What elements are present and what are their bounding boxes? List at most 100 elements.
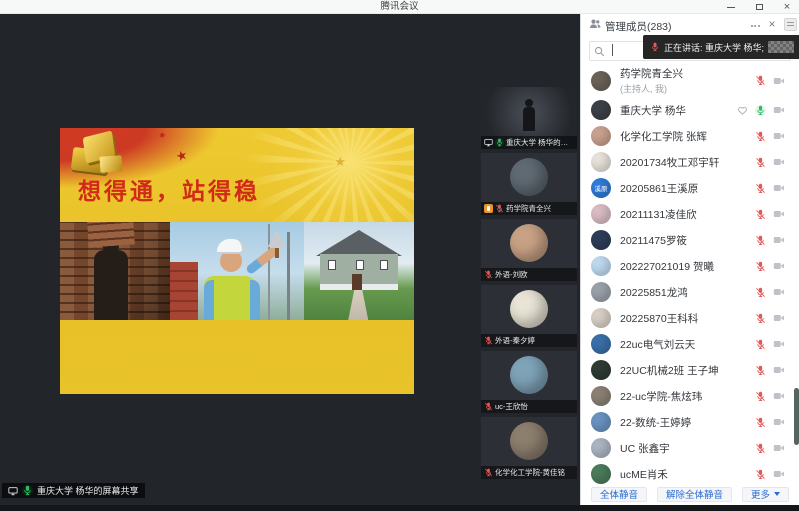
member-row[interactable]: 22uc电气刘云天 — [581, 331, 799, 357]
mic-icon — [484, 270, 493, 279]
video-thumbnail-strip: 重庆大学 杨华的屏幕... 药学院青全兴 — [481, 87, 577, 479]
camera-icon[interactable] — [773, 104, 785, 116]
member-row[interactable]: UC 张鑫宇 — [581, 435, 799, 461]
member-row[interactable]: 20225851龙鸿 — [581, 279, 799, 305]
mic-icon[interactable] — [755, 339, 766, 350]
camera-icon[interactable] — [773, 364, 785, 376]
member-row[interactable]: ucME肖禾 — [581, 461, 799, 486]
mic-icon[interactable] — [755, 287, 766, 298]
unmute-all-button[interactable]: 解除全体静音 — [657, 487, 732, 502]
mic-icon[interactable] — [755, 365, 766, 376]
mic-icon — [484, 402, 493, 411]
heart-icon — [737, 105, 748, 116]
camera-icon[interactable] — [773, 468, 785, 480]
member-row[interactable]: 22-数统-王婷婷 — [581, 409, 799, 435]
mic-icon[interactable] — [755, 391, 766, 402]
member-avatar — [591, 412, 611, 432]
camera-icon[interactable] — [773, 338, 785, 350]
photo-house — [304, 222, 414, 320]
minimize-button[interactable] — [725, 1, 737, 13]
mic-icon — [650, 42, 660, 52]
member-row[interactable]: 重庆大学 杨华 — [581, 97, 799, 123]
thumbnail-label-bar: 外语-秦夕婷 — [481, 334, 577, 347]
mic-icon[interactable] — [755, 75, 766, 86]
video-thumbnail[interactable]: uc-王欣怡 — [481, 351, 577, 413]
brick-stack — [87, 222, 135, 248]
member-row[interactable]: 22-uc学院-焦炫玮 — [581, 383, 799, 409]
member-name: 202227021019 贺曦 — [620, 259, 714, 274]
thumbnail-label: 化学化工学院-黄佳铭 — [495, 467, 565, 478]
camera-icon[interactable] — [773, 286, 785, 298]
participant-avatar — [510, 290, 548, 328]
panel-footer: 全体静音 解除全体静音 更多 — [581, 485, 799, 503]
mic-icon[interactable] — [755, 261, 766, 272]
slide-photo-band — [60, 222, 414, 320]
camera-icon[interactable] — [773, 442, 785, 454]
close-button[interactable]: × — [781, 1, 793, 13]
participant-avatar — [510, 224, 548, 262]
photo-bricks — [60, 222, 170, 320]
mute-all-button[interactable]: 全体静音 — [591, 487, 647, 502]
panel-collapse-button[interactable] — [784, 18, 797, 31]
more-button[interactable]: 更多 — [742, 487, 789, 502]
camera-icon[interactable] — [773, 182, 785, 194]
hard-hat — [217, 239, 245, 254]
video-thumbnail[interactable]: 化学化工学院-黄佳铭 — [481, 417, 577, 479]
member-row[interactable]: 化学化工学院 张辉 — [581, 123, 799, 149]
member-name: 20201734牧工邓宇轩 — [620, 155, 719, 170]
camera-icon[interactable] — [773, 390, 785, 402]
member-avatar — [591, 126, 611, 146]
member-row[interactable]: 药学院青全兴 (主持人, 我) — [581, 64, 799, 97]
panel-title: 管理成员(283) — [605, 19, 672, 34]
screen-share-icon — [8, 486, 18, 496]
member-avatar — [591, 152, 611, 172]
camera-icon[interactable] — [773, 208, 785, 220]
member-name: 重庆大学 杨华 — [620, 103, 686, 118]
mic-icon[interactable] — [755, 469, 766, 480]
video-thumbnail[interactable]: 药学院青全兴 — [481, 153, 577, 215]
mic-icon[interactable] — [755, 183, 766, 194]
worker-silhouette — [94, 250, 128, 320]
member-row[interactable]: 20225870王科科 — [581, 305, 799, 331]
member-row[interactable]: 20211131凌佳欣 — [581, 201, 799, 227]
mic-icon[interactable] — [755, 313, 766, 324]
mic-icon — [484, 468, 493, 477]
chevron-down-icon — [774, 492, 780, 496]
window-controls: × — [725, 0, 793, 14]
panel-close-button[interactable]: × — [765, 17, 779, 31]
mic-icon[interactable] — [755, 105, 766, 116]
member-avatar — [591, 334, 611, 354]
video-thumbnail[interactable]: 重庆大学 杨华的屏幕... — [481, 87, 577, 149]
video-thumbnail[interactable]: 外语-刘欧 — [481, 219, 577, 281]
camera-icon[interactable] — [773, 75, 785, 87]
mic-icon[interactable] — [755, 131, 766, 142]
thumbnail-label-bar: 化学化工学院-黄佳铭 — [481, 466, 577, 479]
mic-icon[interactable] — [755, 209, 766, 220]
red-star-icon: ★ — [174, 147, 190, 166]
scrollbar-thumb[interactable] — [794, 388, 799, 445]
member-panel: 管理成员(283) × 正在讲话: 重庆大学 杨华; — [580, 14, 799, 505]
mic-icon[interactable] — [755, 443, 766, 454]
panel-more-button[interactable] — [747, 18, 763, 34]
mic-icon[interactable] — [755, 157, 766, 168]
tencent-meeting-window: 腾讯会议 × ★ ★ ★ 想得通，站得稳 — [0, 0, 799, 511]
mic-icon[interactable] — [755, 417, 766, 428]
camera-icon[interactable] — [773, 312, 785, 324]
member-row[interactable]: 溪原 20205861王溪原 — [581, 175, 799, 201]
mic-icon — [484, 336, 493, 345]
member-row[interactable]: 22UC机械2班 王子坤 — [581, 357, 799, 383]
thumbnail-label: 重庆大学 杨华的屏幕... — [506, 137, 574, 148]
camera-icon[interactable] — [773, 416, 785, 428]
maximize-button[interactable] — [753, 1, 765, 13]
member-row[interactable]: 20211475罗筱 — [581, 227, 799, 253]
camera-icon[interactable] — [773, 260, 785, 272]
camera-icon[interactable] — [773, 130, 785, 142]
video-thumbnail[interactable]: 外语-秦夕婷 — [481, 285, 577, 347]
mic-icon — [495, 138, 504, 147]
member-row[interactable]: 202227021019 贺曦 — [581, 253, 799, 279]
member-avatar — [591, 71, 611, 91]
mic-icon[interactable] — [755, 235, 766, 246]
member-row[interactable]: 20201734牧工邓宇轩 — [581, 149, 799, 175]
camera-icon[interactable] — [773, 234, 785, 246]
camera-icon[interactable] — [773, 156, 785, 168]
